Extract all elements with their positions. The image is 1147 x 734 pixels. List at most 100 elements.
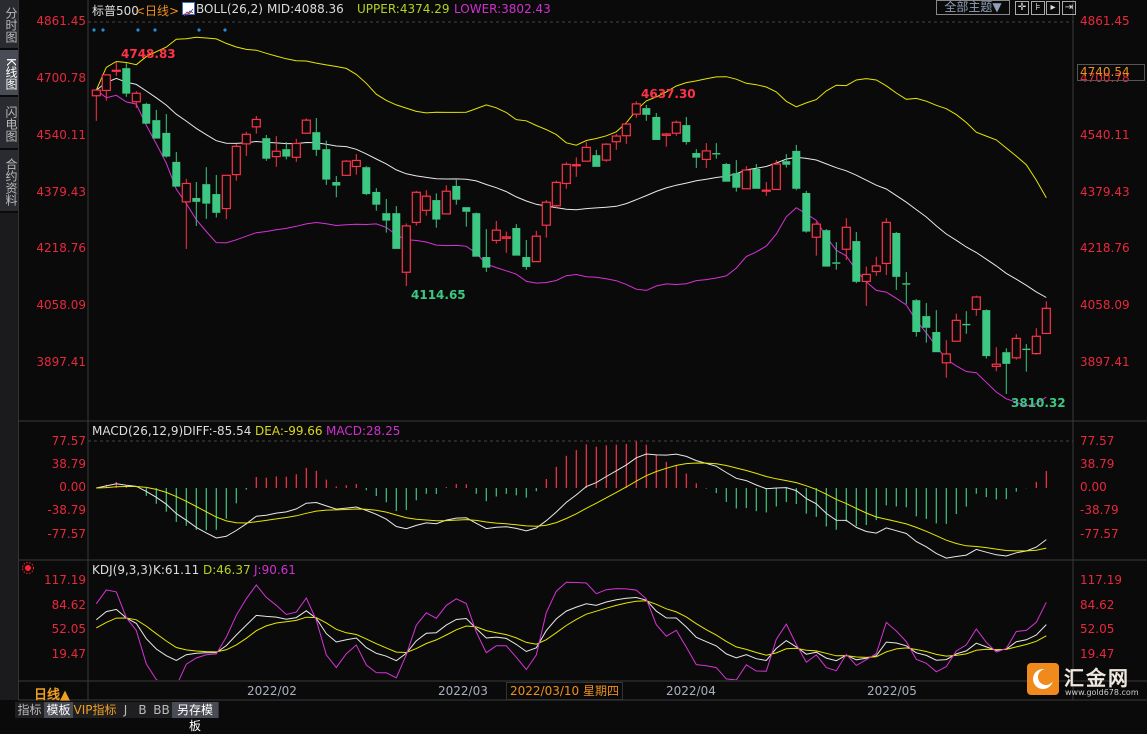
candle (362, 166, 371, 196)
theme-dropdown-button[interactable]: 全部主题▼ (936, 0, 1010, 15)
tab-j[interactable]: J (117, 702, 135, 718)
candle-body (491, 229, 501, 242)
candle-body (122, 68, 131, 94)
candle-body (282, 149, 291, 157)
candle (861, 266, 871, 306)
price-tick-label: 4861.45 (1080, 14, 1130, 28)
kdj-k-value: K:61.11 (153, 563, 200, 577)
candle (192, 182, 201, 226)
candle (782, 154, 791, 168)
kdj-d-value: D:46.37 (203, 563, 251, 577)
candle (1031, 328, 1041, 355)
candle (421, 190, 431, 216)
candle-body (372, 191, 381, 205)
tab-save-template[interactable]: 另存模板 (172, 702, 219, 733)
candle-body (231, 145, 241, 176)
boll-title: BOLL(26,2) (196, 2, 263, 16)
candle-body (101, 74, 111, 92)
candle (792, 144, 801, 191)
candle-body (472, 213, 481, 257)
tab-b[interactable]: B (134, 702, 152, 718)
symbol-name: 标普500 (92, 4, 139, 18)
candle (351, 154, 361, 175)
kdj-panel (95, 581, 1047, 680)
candle (1011, 334, 1021, 360)
candle (372, 188, 381, 211)
candle (172, 151, 181, 187)
candle-body (531, 235, 541, 263)
indicator-chart-icon[interactable] (182, 2, 195, 17)
tab-vip-indicators[interactable]: VIP指标 (73, 702, 118, 718)
candle-body (782, 161, 791, 165)
candle (131, 91, 141, 109)
candle-body (322, 149, 331, 180)
kdj-tick-label: 84.62 (51, 597, 86, 612)
candle (951, 313, 961, 342)
candle-body (111, 69, 121, 72)
move-right-icon[interactable]: ⇥ (1062, 1, 1076, 15)
crosshair-icon[interactable]: ✛ (1015, 1, 1029, 15)
candle-body (922, 316, 931, 328)
candle-body (581, 146, 591, 162)
candle (472, 212, 481, 257)
candle-body (941, 353, 951, 364)
candle (1041, 301, 1051, 335)
candle-body (701, 150, 711, 161)
kdj-tick-label: 117.19 (44, 573, 86, 587)
price-tick-label: 4861.45 (36, 14, 86, 28)
candle (761, 182, 771, 196)
price-panel (91, 36, 1051, 407)
candle (561, 162, 571, 189)
tab-templates[interactable]: 模板 (44, 702, 74, 718)
tab-indicators[interactable]: 指标 (15, 702, 45, 718)
alert-target-icon[interactable] (22, 562, 34, 574)
macd-dea-value: DEA:-99.66 (255, 424, 323, 438)
period-label: <日线> (135, 4, 180, 18)
kdj-tick-label: 19.47 (1080, 647, 1115, 661)
candle-body (382, 213, 391, 221)
price-tick-label: 4540.11 (1080, 127, 1130, 142)
zoom-in-range-icon[interactable]: ⊧ (1031, 1, 1045, 15)
candle-body (91, 89, 101, 97)
candle (522, 240, 531, 270)
candle (621, 121, 631, 144)
candle (401, 223, 411, 287)
chart-canvas[interactable] (0, 0, 1147, 718)
candle (642, 104, 651, 121)
price-tick-label: 3897.41 (1080, 355, 1130, 369)
candle (892, 231, 901, 290)
candle (202, 167, 211, 219)
candle-body (291, 142, 301, 158)
macd-tick-label: -77.57 (1080, 526, 1119, 541)
candle (322, 140, 331, 185)
candle (692, 149, 701, 168)
candle (212, 174, 221, 218)
candle-body (861, 273, 871, 283)
kdj-j-value: J:90.61 (254, 563, 296, 577)
play-forward-icon[interactable]: ▸ (1046, 1, 1060, 15)
macd-tick-label: 77.57 (1080, 433, 1115, 448)
candle (262, 134, 271, 161)
macd-title: MACD(26,12,9) (92, 424, 184, 438)
signal-dots (92, 28, 227, 32)
macd-tick-label: 77.57 (51, 433, 86, 448)
price-tick-label: 4058.09 (36, 298, 86, 313)
period-selector[interactable]: 日线▲ (34, 684, 70, 703)
candle (601, 143, 611, 162)
candle-body (332, 182, 341, 186)
kdj-tick-label: 117.19 (1080, 573, 1122, 587)
candle-body (1022, 348, 1031, 351)
candle (661, 132, 671, 147)
candle (701, 143, 711, 168)
macd-value: MACD:28.25 (326, 424, 401, 438)
candle (231, 144, 241, 181)
candle-body (631, 103, 641, 115)
candle (712, 143, 721, 159)
boll-lower-value: LOWER:3802.43 (454, 2, 551, 16)
candle-body (752, 168, 761, 189)
candle-body (362, 167, 371, 195)
tab-bb[interactable]: BB (151, 702, 173, 718)
candle (181, 178, 191, 249)
candle (932, 310, 941, 353)
candle-body (692, 153, 701, 158)
